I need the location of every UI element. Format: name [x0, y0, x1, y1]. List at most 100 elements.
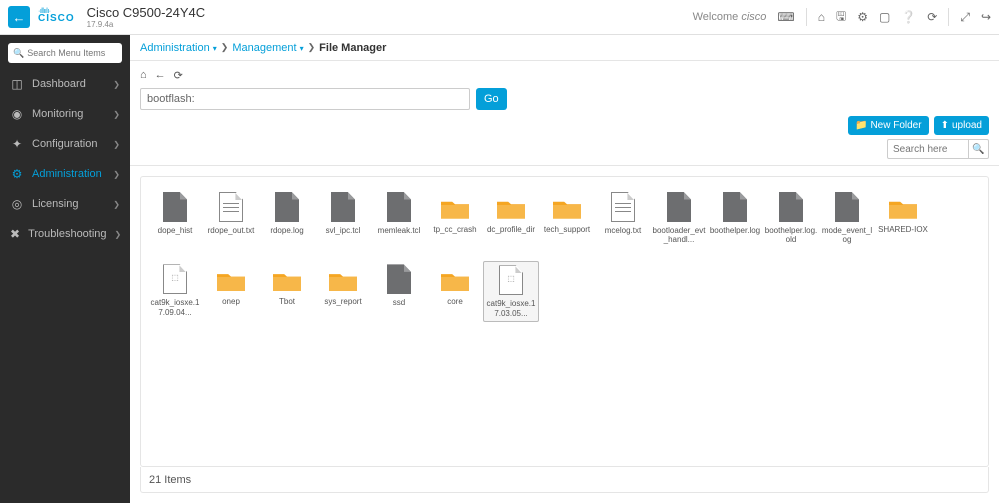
chevron-right-icon: ❯ — [308, 42, 316, 53]
file-item[interactable]: memleak.tcl — [371, 189, 427, 247]
file-label: cat9k_iosxe.17.09.04... — [148, 298, 202, 316]
file-label: mode_event_log — [820, 226, 874, 244]
file-icon — [387, 264, 411, 294]
save-icon[interactable]: 🖫 — [836, 7, 846, 28]
file-label: boothelper.log.old — [764, 226, 818, 244]
file-label: tp_cc_crash — [428, 225, 482, 234]
file-item[interactable]: cat9k_iosxe.17.03.05... — [483, 261, 539, 321]
logout-icon[interactable]: ↪ — [981, 10, 991, 24]
chevron-right-icon: ❯ — [113, 140, 120, 149]
file-item[interactable]: boothelper.log — [707, 189, 763, 247]
file-item[interactable]: tp_cc_crash — [427, 189, 483, 247]
file-label: ssd — [372, 298, 426, 307]
item-count: 21 Items — [149, 474, 191, 486]
file-icon — [163, 264, 187, 294]
go-button[interactable]: Go — [476, 88, 507, 110]
file-item[interactable]: rdope.log — [259, 189, 315, 247]
file-label: cat9k_iosxe.17.03.05... — [485, 299, 537, 317]
upload-button[interactable]: ⬆upload — [934, 116, 989, 135]
file-label: SHARED-IOX — [876, 225, 930, 234]
file-area: dope_histrdope_out.txtrdope.logsvl_ipc.t… — [140, 176, 989, 467]
help-icon[interactable]: ❔ — [901, 10, 916, 24]
sidebar-item-troubleshooting[interactable]: ✖Troubleshooting❯ — [0, 219, 130, 249]
refresh-icon[interactable]: ⟳ — [927, 10, 937, 24]
path-input[interactable] — [140, 88, 470, 110]
troubleshooting-icon: ✖ — [10, 227, 20, 241]
file-icon — [611, 192, 635, 222]
sidebar-item-monitoring[interactable]: ◉Monitoring❯ — [0, 99, 130, 129]
folder-icon — [441, 269, 469, 293]
file-icon — [779, 192, 803, 222]
cli-icon[interactable]: ▢ — [879, 10, 890, 24]
settings-icon[interactable]: ⚙ — [857, 10, 868, 24]
device-name: Cisco C9500-24Y4C — [87, 5, 206, 20]
file-icon — [275, 192, 299, 222]
file-search-button[interactable]: 🔍 — [969, 139, 989, 159]
file-label: rdope_out.txt — [204, 226, 258, 235]
folder-icon — [889, 197, 917, 221]
folder-icon: 📁 — [855, 120, 867, 131]
file-label: mcelog.txt — [596, 226, 650, 235]
keyboard-icon[interactable]: ⌨ — [777, 10, 794, 24]
file-item[interactable]: tech_support — [539, 189, 595, 247]
file-item[interactable]: bootloader_evt_handl... — [651, 189, 707, 247]
welcome-text: Welcome cisco — [693, 11, 767, 23]
file-item[interactable]: SHARED-IOX — [875, 189, 931, 247]
chevron-right-icon: ❯ — [113, 170, 120, 179]
sidebar-item-label: Dashboard — [32, 78, 86, 90]
file-label: Tbot — [260, 297, 314, 306]
divider — [948, 8, 949, 26]
back-button[interactable]: ← — [8, 6, 30, 28]
file-label: svl_ipc.tcl — [316, 226, 370, 235]
sidebar-item-licensing[interactable]: ◎Licensing❯ — [0, 189, 130, 219]
breadcrumb: Administration ▾ ❯ Management ▾ ❯ File M… — [130, 35, 999, 61]
sidebar-item-administration[interactable]: ⚙Administration❯ — [0, 159, 130, 189]
file-item[interactable]: ssd — [371, 261, 427, 321]
sidebar-item-dashboard[interactable]: ◫Dashboard❯ — [0, 69, 130, 99]
folder-icon — [553, 197, 581, 221]
breadcrumb-management[interactable]: Management ▾ — [232, 42, 303, 54]
new-folder-button[interactable]: 📁New Folder — [848, 116, 929, 135]
sidebar-search-input[interactable] — [27, 48, 117, 58]
sidebar-item-label: Administration — [32, 168, 102, 180]
file-item[interactable]: dope_hist — [147, 189, 203, 247]
file-label: dope_hist — [148, 226, 202, 235]
divider — [806, 8, 807, 26]
file-icon — [667, 192, 691, 222]
file-item[interactable]: mcelog.txt — [595, 189, 651, 247]
file-icon — [723, 192, 747, 222]
monitoring-icon: ◉ — [10, 107, 24, 121]
file-item[interactable]: Tbot — [259, 261, 315, 321]
file-item[interactable]: cat9k_iosxe.17.09.04... — [147, 261, 203, 321]
sidebar-search[interactable]: 🔍 — [8, 43, 122, 63]
chevron-right-icon: ❯ — [113, 200, 120, 209]
device-info: Cisco C9500-24Y4C 17.9.4a — [87, 5, 206, 29]
folder-icon — [217, 269, 245, 293]
file-item[interactable]: dc_profile_dir — [483, 189, 539, 247]
breadcrumb-current: File Manager — [319, 42, 386, 54]
sidebar-item-label: Monitoring — [32, 108, 83, 120]
file-item[interactable]: onep — [203, 261, 259, 321]
file-item[interactable]: rdope_out.txt — [203, 189, 259, 247]
search-icon: 🔍 — [13, 48, 24, 59]
file-label: memleak.tcl — [372, 226, 426, 235]
file-item[interactable]: svl_ipc.tcl — [315, 189, 371, 247]
sidebar: 🔍 ◫Dashboard❯◉Monitoring❯✦Configuration❯… — [0, 35, 130, 503]
file-item[interactable]: sys_report — [315, 261, 371, 321]
chevron-right-icon: ❯ — [115, 230, 122, 239]
home-icon[interactable]: ⌂ — [818, 10, 825, 24]
fullscreen-icon[interactable]: ⤢ — [960, 10, 970, 25]
home-nav-icon[interactable]: ⌂ — [140, 69, 147, 82]
file-item[interactable]: boothelper.log.old — [763, 189, 819, 247]
file-item[interactable]: core — [427, 261, 483, 321]
back-nav-icon[interactable]: ← — [155, 69, 166, 82]
breadcrumb-administration[interactable]: Administration ▾ — [140, 42, 217, 54]
sidebar-item-configuration[interactable]: ✦Configuration❯ — [0, 129, 130, 159]
sidebar-item-label: Licensing — [32, 198, 78, 210]
folder-icon — [441, 197, 469, 221]
file-search-input[interactable] — [887, 139, 969, 159]
refresh-nav-icon[interactable]: ⟳ — [174, 69, 183, 82]
file-label: tech_support — [540, 225, 594, 234]
configuration-icon: ✦ — [10, 137, 24, 151]
file-item[interactable]: mode_event_log — [819, 189, 875, 247]
